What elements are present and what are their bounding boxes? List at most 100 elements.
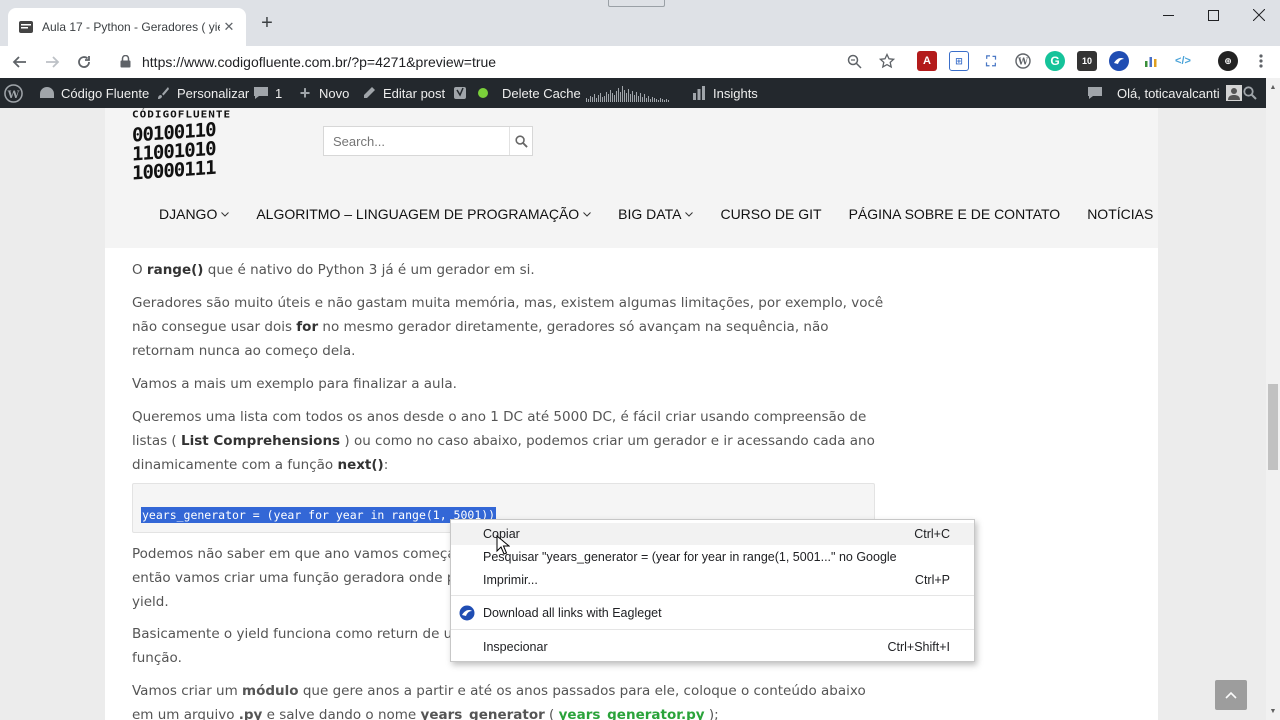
extension-tab-icon[interactable]: ⊞ xyxy=(949,51,969,71)
menu-item-sobre-contato[interactable]: PÁGINA SOBRE E DE CONTATO xyxy=(849,206,1061,222)
menu-item-big-data[interactable]: BIG DATA xyxy=(618,206,694,222)
wordpress-extension-icon[interactable]: W xyxy=(1013,51,1033,71)
context-copy-shortcut: Ctrl+C xyxy=(914,527,950,541)
delete-cache-label: Delete Cache xyxy=(502,85,581,101)
back-button[interactable] xyxy=(8,50,32,74)
bookmark-star-icon[interactable] xyxy=(876,50,898,72)
dashboard-icon xyxy=(38,84,56,102)
window-drag-notch xyxy=(608,0,665,7)
menu-label: DJANGO xyxy=(159,206,218,222)
menu-label: BIG DATA xyxy=(618,206,682,222)
site-search-input[interactable] xyxy=(324,127,510,155)
account-menu[interactable]: Olá, toticavalcanti xyxy=(1117,78,1242,108)
site-search-button[interactable] xyxy=(510,127,532,155)
customize-link[interactable]: Personalizar xyxy=(154,78,249,108)
svg-text:W: W xyxy=(1017,58,1029,68)
context-inspect-shortcut: Ctrl+Shift+I xyxy=(887,640,950,654)
browser-tab[interactable]: Aula 17 - Python - Geradores ( yield ✕ xyxy=(8,8,246,46)
eagleget-extension-icon[interactable] xyxy=(1109,51,1129,71)
context-print[interactable]: Imprimir... Ctrl+P xyxy=(451,569,974,591)
admin-search-button[interactable] xyxy=(1243,78,1257,108)
paragraph: Queremos uma lista com todos os anos des… xyxy=(132,409,875,473)
yoast-icon xyxy=(451,84,469,102)
forward-button[interactable] xyxy=(40,50,64,74)
tab-strip: Aula 17 - Python - Geradores ( yield ✕ + xyxy=(0,0,1280,46)
counter-extension-icon[interactable]: 10 xyxy=(1077,51,1097,71)
menu-item-django[interactable]: DJANGO xyxy=(159,206,230,222)
pencil-icon xyxy=(360,84,378,102)
site-name-link[interactable]: Código Fluente xyxy=(38,78,149,108)
context-inspect[interactable]: Inspecionar Ctrl+Shift+I xyxy=(451,636,974,658)
scroll-down-arrow-icon[interactable]: ▼ xyxy=(1266,704,1280,718)
menu-item-algoritmo[interactable]: ALGORITMO – LINGUAGEM DE PROGRAMAÇÃO xyxy=(256,206,592,222)
context-eagleget-label: Download all links with Eagleget xyxy=(483,606,662,620)
green-status-dot-icon xyxy=(478,88,488,98)
wp-admin-bar: W Código Fluente Personalizar 1 + Novo E… xyxy=(0,78,1266,108)
site-favicon-icon xyxy=(18,19,34,35)
yoast-seo-button[interactable] xyxy=(451,78,474,108)
wp-logo-button[interactable]: W xyxy=(4,78,23,108)
insights-link[interactable]: Insights xyxy=(690,78,758,108)
chevron-down-icon xyxy=(583,210,592,218)
paragraph: O range() que é nativo do Python 3 já é … xyxy=(132,262,535,278)
paragraph: Vamos criar um módulo que gere anos a pa… xyxy=(132,679,866,720)
eagleget-icon xyxy=(459,605,475,621)
context-copy[interactable]: Copiar Ctrl+C xyxy=(451,523,974,545)
context-menu: Copiar Ctrl+C Pesquisar "years_generator… xyxy=(450,519,975,662)
address-bar[interactable]: https://www.codigofluente.com.br/?p=4271… xyxy=(106,47,906,76)
close-window-button[interactable] xyxy=(1236,0,1280,30)
paragraph: Geradores são muito úteis e não gastam m… xyxy=(132,295,884,359)
notifications-button[interactable] xyxy=(1086,78,1109,108)
context-copy-label: Copiar xyxy=(483,527,520,541)
edit-post-link[interactable]: Editar post xyxy=(360,78,445,108)
maximize-window-button[interactable] xyxy=(1190,0,1236,30)
new-content-link[interactable]: + Novo xyxy=(296,78,350,108)
site-logo[interactable]: CÓDIGOFLUENTE 00100110 11001010 10000111 xyxy=(132,108,292,185)
code-extension-icon[interactable]: </> xyxy=(1173,51,1193,71)
search-icon xyxy=(1243,86,1257,100)
reload-button[interactable] xyxy=(72,50,96,74)
scroll-up-arrow-icon[interactable]: ▲ xyxy=(1266,80,1280,94)
zoom-icon[interactable] xyxy=(843,50,865,72)
page-scrollbar[interactable]: ▲ ▼ xyxy=(1266,78,1280,720)
context-separator xyxy=(451,595,974,596)
menu-item-noticias[interactable]: NOTÍCIAS xyxy=(1087,206,1153,222)
site-header: CÓDIGOFLUENTE 00100110 11001010 10000111… xyxy=(105,108,1158,248)
file-name-link[interactable]: years_generator.py xyxy=(559,707,705,720)
lock-icon[interactable] xyxy=(118,55,132,69)
comments-link[interactable]: 1 xyxy=(252,78,282,108)
bar-chart-icon xyxy=(690,84,708,102)
pdf-extension-icon[interactable]: A xyxy=(917,51,937,71)
svg-text:W: W xyxy=(7,88,20,100)
selected-code-text[interactable]: years_generator = (year for year in rang… xyxy=(141,507,497,523)
brush-icon xyxy=(154,84,172,102)
delete-cache-button[interactable]: Delete Cache xyxy=(502,78,581,108)
comments-count: 1 xyxy=(275,85,283,101)
insights-label: Insights xyxy=(713,85,758,101)
greeting-label: Olá, toticavalcanti xyxy=(1117,85,1220,101)
browser-menu-icon[interactable] xyxy=(1250,50,1272,72)
minimize-window-button[interactable] xyxy=(1145,0,1191,30)
context-print-shortcut: Ctrl+P xyxy=(914,573,950,587)
paragraph: Vamos a mais um exemplo para finalizar a… xyxy=(132,376,457,392)
scroll-to-top-button[interactable] xyxy=(1215,680,1247,710)
url-text: https://www.codigofluente.com.br/?p=4271… xyxy=(142,53,497,70)
scrollbar-thumb[interactable] xyxy=(1268,384,1278,470)
context-separator xyxy=(451,629,974,630)
menu-item-curso-git[interactable]: CURSO DE GIT xyxy=(720,206,821,222)
sparkline-icon xyxy=(586,84,669,102)
new-tab-button[interactable]: + xyxy=(256,12,278,34)
context-eagleget[interactable]: Download all links with Eagleget xyxy=(451,602,974,624)
close-tab-icon[interactable]: ✕ xyxy=(220,18,238,36)
context-search-google[interactable]: Pesquisar "years_generator = (year for y… xyxy=(451,546,974,568)
paragraph-partial: Basicamente o yield funciona como return… xyxy=(132,626,453,666)
new-label: Novo xyxy=(319,85,350,101)
profile-avatar-icon[interactable]: ⊕ xyxy=(1218,51,1238,71)
stats-sparkline[interactable] xyxy=(586,78,669,108)
reload-icon xyxy=(78,56,90,68)
grammarly-extension-icon[interactable]: G xyxy=(1045,51,1065,71)
screen-capture-extension-icon[interactable]: ⛶ xyxy=(981,51,1001,71)
user-avatar xyxy=(1225,85,1242,101)
forward-arrow-icon xyxy=(46,56,60,68)
analytics-extension-icon[interactable] xyxy=(1141,51,1161,71)
